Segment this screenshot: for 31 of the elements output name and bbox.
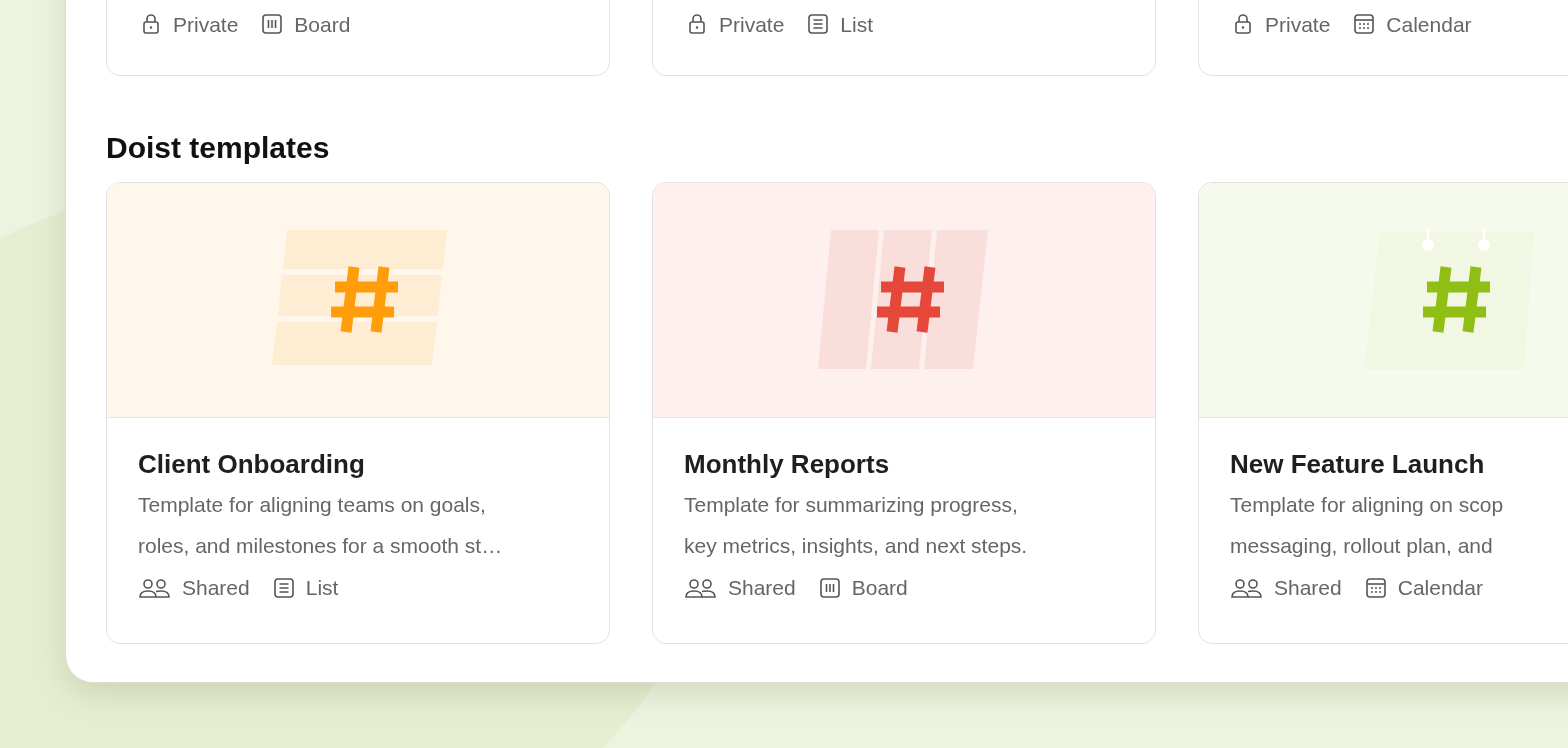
visibility-label: Shared bbox=[182, 575, 250, 601]
view-label: Calendar bbox=[1386, 11, 1472, 38]
template-title: New Feature Launch bbox=[1230, 448, 1486, 481]
visibility-label: Private bbox=[719, 11, 785, 38]
board-icon bbox=[260, 12, 285, 37]
view-label: Calendar bbox=[1397, 575, 1483, 601]
project-card[interactable]: Private List bbox=[652, 0, 1156, 76]
calendar-icon bbox=[1352, 12, 1377, 37]
project-card[interactable]: Private Calendar bbox=[1198, 0, 1568, 76]
template-title: Monthly Reports bbox=[684, 448, 891, 481]
view-label: Board bbox=[851, 575, 908, 601]
template-card[interactable]: Monthly Reports Template for summarizing progress, key metrics, insights, and next steps. Shared Board bbox=[652, 182, 1156, 644]
board-icon bbox=[817, 575, 842, 600]
template-description: Template for aligning teams on goals, roles, and milestones for a smooth st… bbox=[138, 492, 504, 559]
view-label: List bbox=[840, 11, 874, 38]
section-heading: Doist templates bbox=[106, 130, 331, 166]
view-label: List bbox=[305, 575, 339, 601]
template-description: Template for summarizing progress, key metrics, insights, and next steps. bbox=[684, 492, 1029, 559]
calendar-icon bbox=[1363, 575, 1388, 600]
template-card[interactable]: Client Onboarding Template for aligning teams on goals, roles, and milestones for a smooth st… Shared List bbox=[106, 182, 610, 644]
visibility-label: Shared bbox=[1274, 575, 1342, 601]
project-card[interactable]: Private Board bbox=[106, 0, 610, 76]
visibility-label: Shared bbox=[728, 575, 796, 601]
template-description: Template for aligning on scop messaging, rollout plan, and bbox=[1230, 492, 1505, 559]
visibility-label: Private bbox=[173, 11, 239, 38]
list-icon bbox=[806, 12, 831, 37]
template-title: Client Onboarding bbox=[138, 448, 366, 481]
template-card[interactable]: New Feature Launch Template for aligning on scop messaging, rollout plan, and Shared Calendar bbox=[1198, 182, 1568, 644]
list-icon bbox=[271, 575, 296, 600]
visibility-label: Private bbox=[1265, 11, 1331, 38]
view-label: Board bbox=[294, 11, 351, 38]
